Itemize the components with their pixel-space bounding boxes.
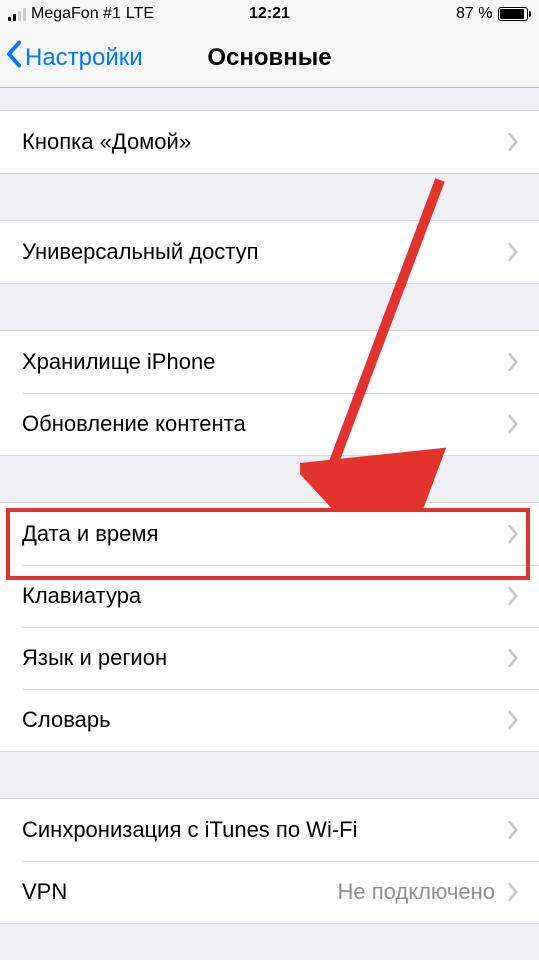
chevron-right-icon (507, 414, 519, 434)
row-itunes-wifi-sync[interactable]: Синхронизация с iTunes по Wi-Fi (0, 799, 539, 861)
signal-strength-icon (8, 7, 26, 21)
row-label: Синхронизация с iTunes по Wi-Fi (22, 817, 507, 843)
chevron-right-icon (507, 132, 519, 152)
row-label: Словарь (22, 707, 507, 733)
network-type-label: LTE (126, 5, 154, 23)
status-bar: MegaFon #1 LTE 12:21 87 % (0, 0, 539, 28)
row-label: Универсальный доступ (22, 239, 507, 265)
carrier-label: MegaFon #1 (31, 5, 121, 23)
row-keyboard[interactable]: Клавиатура (0, 565, 539, 627)
chevron-right-icon (507, 524, 519, 544)
row-label: Обновление контента (22, 411, 507, 437)
row-label: Хранилище iPhone (22, 349, 507, 375)
row-dictionary[interactable]: Словарь (0, 689, 539, 751)
chevron-right-icon (507, 586, 519, 606)
row-label: Язык и регион (22, 645, 507, 671)
row-value: Не подключено (337, 879, 495, 905)
chevron-right-icon (507, 242, 519, 262)
back-button[interactable]: Настройки (0, 40, 143, 75)
battery-icon (498, 7, 532, 21)
row-label: VPN (22, 879, 337, 905)
battery-percent-label: 87 % (456, 5, 492, 23)
row-label: Клавиатура (22, 583, 507, 609)
nav-header: Настройки Основные (0, 28, 539, 88)
row-home-button[interactable]: Кнопка «Домой» (0, 111, 539, 173)
chevron-right-icon (507, 648, 519, 668)
chevron-left-icon (6, 40, 22, 75)
row-iphone-storage[interactable]: Хранилище iPhone (0, 331, 539, 393)
chevron-right-icon (507, 882, 519, 902)
row-date-time[interactable]: Дата и время (0, 503, 539, 565)
row-language-region[interactable]: Язык и регион (0, 627, 539, 689)
chevron-right-icon (507, 352, 519, 372)
row-accessibility[interactable]: Универсальный доступ (0, 221, 539, 283)
row-background-app-refresh[interactable]: Обновление контента (0, 393, 539, 455)
row-label: Кнопка «Домой» (22, 129, 507, 155)
row-label: Дата и время (22, 521, 507, 547)
chevron-right-icon (507, 710, 519, 730)
row-vpn[interactable]: VPN Не подключено (0, 861, 539, 923)
back-label: Настройки (25, 44, 143, 72)
chevron-right-icon (507, 820, 519, 840)
